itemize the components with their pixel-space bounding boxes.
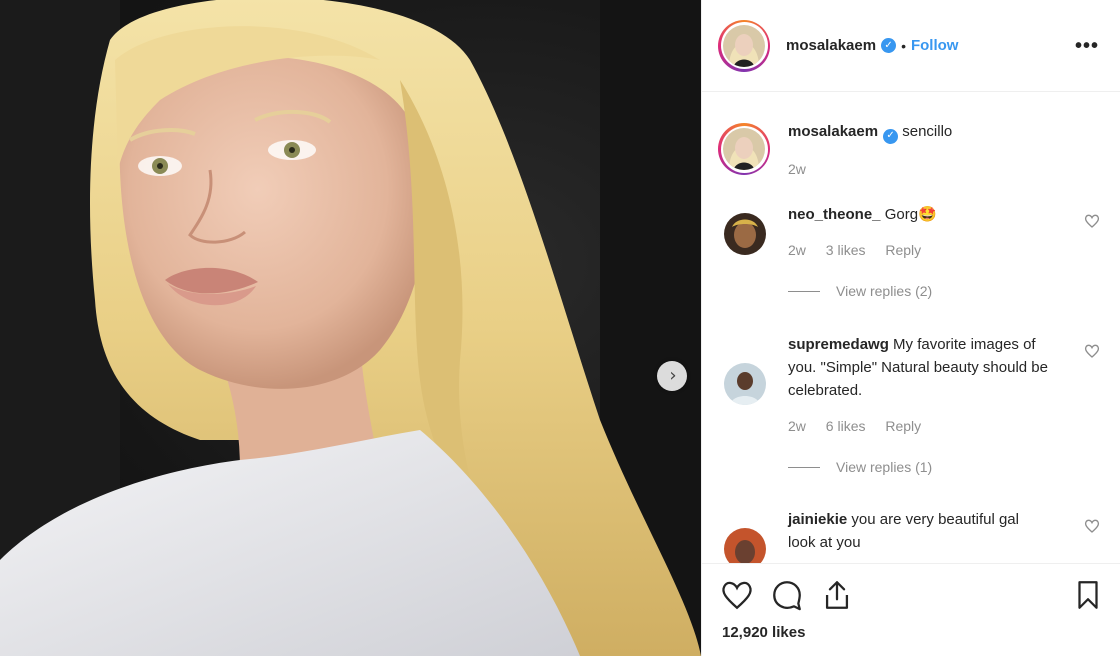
follow-button[interactable]: Follow (911, 37, 959, 54)
comment-text: jainiekie you are very beautiful gal loo… (788, 508, 1048, 554)
comment-item: supremedawg My favorite images of you. "… (718, 333, 1108, 475)
comment-username[interactable]: jainiekie (788, 511, 847, 528)
post-side-panel: mosalakaem ✓ • Follow ••• mosalakaem ✓ s… (701, 0, 1120, 656)
author-avatar[interactable] (718, 19, 770, 72)
like-comment-heart-icon[interactable] (1084, 343, 1100, 359)
caption-author-avatar[interactable] (718, 123, 770, 175)
comments-list[interactable]: mosalakaem ✓ sencillo 2w neo_theone_ Gorg… (702, 93, 1120, 563)
caption-meta: 2w (788, 161, 822, 177)
author-username[interactable]: mosalakaem (786, 37, 876, 54)
avatar-image (723, 128, 765, 170)
comment-item: neo_theone_ Gorg🤩 2w 3 likes Reply View … (718, 203, 1108, 313)
view-replies-label: View replies (2) (836, 283, 933, 299)
post-header: mosalakaem ✓ • Follow ••• (702, 0, 1120, 92)
caption-row: mosalakaem ✓ sencillo 2w (718, 123, 1108, 193)
comment-time[interactable]: 2w (788, 418, 806, 434)
comment-meta: 2w 6 likes Reply (788, 418, 937, 434)
commenter-avatar[interactable] (724, 363, 766, 405)
avatar-image (723, 24, 765, 67)
like-comment-heart-icon[interactable] (1084, 213, 1100, 229)
comment-username[interactable]: neo_theone_ (788, 206, 881, 223)
heart-icon[interactable] (720, 578, 754, 612)
post-actions: 12,920 likes (702, 563, 1120, 656)
replies-divider (788, 466, 820, 468)
share-icon[interactable] (820, 578, 854, 612)
more-options-icon[interactable]: ••• (1075, 36, 1099, 56)
next-photo-button[interactable]: › (657, 361, 687, 391)
view-replies-label: View replies (1) (836, 459, 933, 475)
portrait-image (0, 0, 701, 656)
bookmark-icon[interactable] (1071, 578, 1105, 612)
commenter-avatar[interactable] (724, 528, 766, 563)
comment-body: Gorg🤩 (884, 206, 937, 223)
like-comment-heart-icon[interactable] (1084, 518, 1100, 534)
caption-body: sencillo (902, 123, 953, 140)
comment-meta: 2w 3 likes Reply (788, 242, 937, 258)
caption-time[interactable]: 2w (788, 161, 806, 177)
likes-count[interactable]: 12,920 likes (722, 624, 805, 641)
replies-divider (788, 290, 820, 292)
separator-dot: • (901, 37, 906, 54)
verified-badge-icon: ✓ (883, 128, 899, 144)
comment-likes[interactable]: 6 likes (826, 418, 866, 434)
comment-username[interactable]: supremedawg (788, 336, 889, 353)
caption-username[interactable]: mosalakaem (788, 123, 878, 140)
comment-time[interactable]: 2w (788, 242, 806, 258)
view-replies-button[interactable]: View replies (2) (788, 283, 932, 299)
post-photo[interactable]: › (0, 0, 701, 656)
chevron-right-icon: › (669, 365, 677, 386)
comment-item: jainiekie you are very beautiful gal loo… (718, 508, 1108, 563)
comment-text: neo_theone_ Gorg🤩 (788, 203, 1048, 226)
reply-button[interactable]: Reply (885, 418, 921, 434)
commenter-avatar[interactable] (724, 213, 766, 255)
verified-badge-icon: ✓ (881, 38, 897, 53)
reply-button[interactable]: Reply (885, 242, 921, 258)
comment-likes[interactable]: 3 likes (826, 242, 866, 258)
comment-icon[interactable] (770, 578, 804, 612)
caption-text: mosalakaem ✓ sencillo (788, 120, 1048, 144)
comment-text: supremedawg My favorite images of you. "… (788, 333, 1048, 402)
view-replies-button[interactable]: View replies (1) (788, 459, 932, 475)
